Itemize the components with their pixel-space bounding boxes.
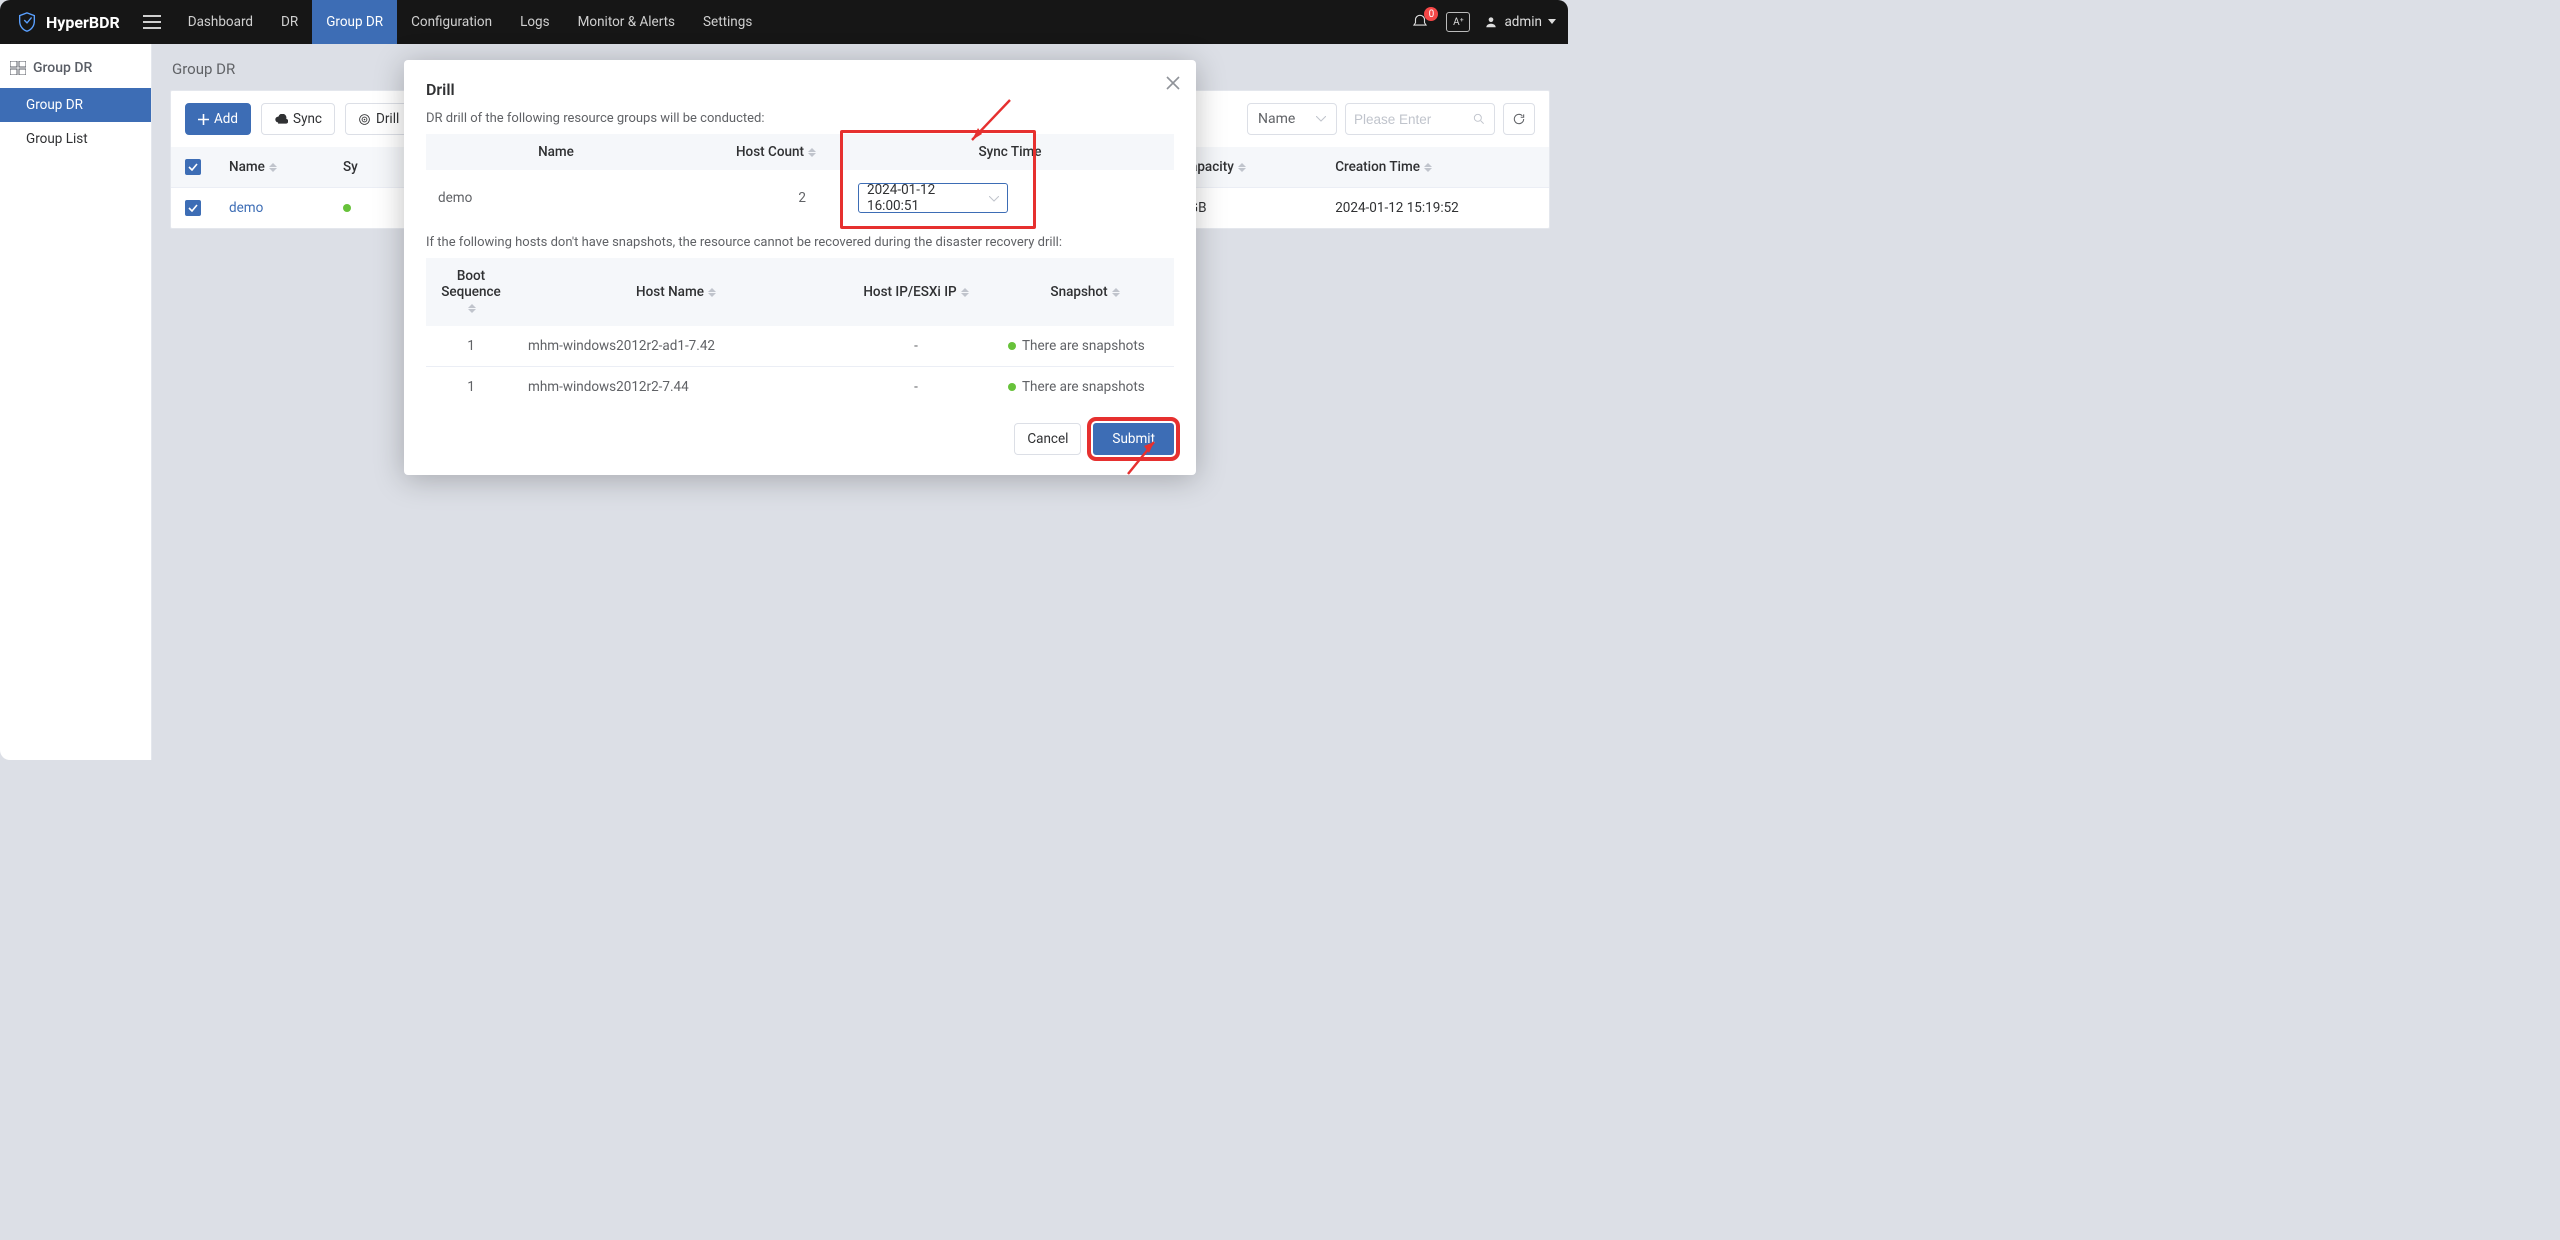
m-col-name: Name [426,134,686,170]
h0-snap: There are snapshots [996,326,1174,367]
modal-title: Drill [426,80,1174,99]
host-row: 1 mhm-windows2012r2-ad1-7.42 - There are… [426,326,1174,367]
modal-group-table: Name Host Count Sync Time demo 2 2024-01… [426,134,1174,225]
modal-footer: Cancel Submit [426,423,1174,455]
h-col-ip-label: Host IP/ESXi IP [863,284,956,300]
h1-ip: - [836,367,996,408]
h-col-snap[interactable]: Snapshot [996,258,1174,326]
sync-time-value: 2024-01-12 16:00:51 [867,182,989,214]
m-col-host-count-label: Host Count [736,144,804,160]
h-col-boot[interactable]: Boot Sequence [426,258,516,326]
h0-boot: 1 [426,326,516,367]
m-col-name-label: Name [538,144,574,160]
close-icon[interactable] [1166,76,1180,94]
h1-boot: 1 [426,367,516,408]
modal-desc2: If the following hosts don't have snapsh… [426,235,1174,250]
dot-icon [1008,342,1016,350]
h-col-snap-label: Snapshot [1050,284,1107,300]
dot-icon [1008,383,1016,391]
m-group-name: demo [426,170,686,225]
h-col-ip[interactable]: Host IP/ESXi IP [836,258,996,326]
h0-ip: - [836,326,996,367]
h-col-name[interactable]: Host Name [516,258,836,326]
h-col-name-label: Host Name [636,284,704,300]
h0-name: mhm-windows2012r2-ad1-7.42 [516,326,836,367]
h1-name: mhm-windows2012r2-7.44 [516,367,836,408]
m-col-sync-time-label: Sync Time [978,144,1041,160]
m-group-row: demo 2 2024-01-12 16:00:51 [426,170,1174,225]
modal-desc1: DR drill of the following resource group… [426,111,1174,126]
m-group-host-count: 2 [686,170,846,225]
m-col-host-count[interactable]: Host Count [686,134,846,170]
host-row: 1 mhm-windows2012r2-7.44 - There are sna… [426,367,1174,408]
m-col-sync-time: Sync Time [846,134,1174,170]
h-col-boot-label: Boot Sequence [441,268,501,300]
h1-snap: There are snapshots [996,367,1174,408]
drill-modal: Drill DR drill of the following resource… [404,60,1196,475]
cancel-button[interactable]: Cancel [1014,423,1081,455]
modal-host-table: Boot Sequence Host Name Host IP/ESXi IP … [426,258,1174,407]
submit-button[interactable]: Submit [1093,423,1174,455]
sync-time-select[interactable]: 2024-01-12 16:00:51 [858,183,1008,213]
